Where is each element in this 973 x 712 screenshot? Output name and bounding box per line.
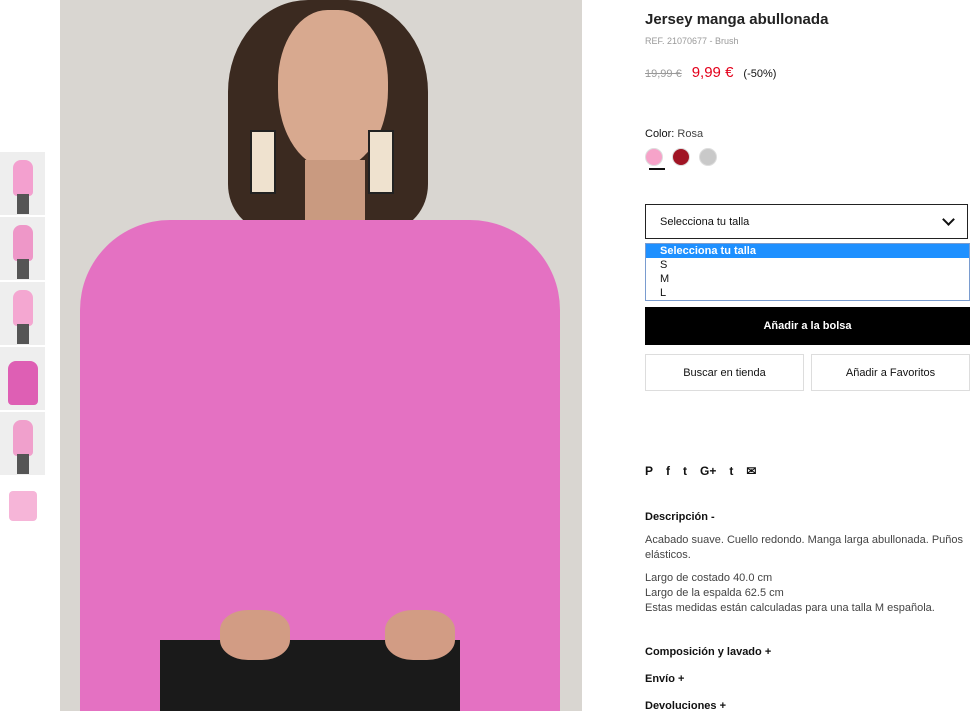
thumbnail-figure xyxy=(13,225,33,261)
discount-badge: (-50%) xyxy=(743,68,777,80)
thumbnail-figure xyxy=(13,420,33,456)
color-swatches xyxy=(645,148,717,166)
facebook-icon[interactable]: f xyxy=(666,464,670,478)
measure-line: Largo de costado 40.0 cm xyxy=(645,572,773,584)
model-hand-right xyxy=(385,610,455,660)
accordion-label: Devoluciones xyxy=(645,700,717,712)
mail-icon[interactable]: ✉ xyxy=(746,464,756,478)
sale-price: 9,99 € xyxy=(691,64,734,81)
size-option-l[interactable]: L xyxy=(646,286,969,300)
pink-sweater xyxy=(80,220,560,711)
size-select-value: Selecciona tu talla xyxy=(660,215,750,228)
description-body: Acabado suave. Cuello redondo. Manga lar… xyxy=(645,533,970,616)
accordion-label: Composición y lavado xyxy=(645,646,762,658)
earring-right xyxy=(368,130,394,194)
measure-note: Estas medidas están calculadas para una … xyxy=(645,602,935,614)
measure-line: Largo de la espalda 62.5 cm xyxy=(645,587,784,599)
size-dropdown-list: Selecciona tu talla S M L xyxy=(645,243,970,301)
price-block: 19,99 € 9,99 € (-50%) xyxy=(645,64,776,81)
find-in-store-button[interactable]: Buscar en tienda xyxy=(645,354,804,391)
pinterest-icon[interactable]: P xyxy=(645,464,653,478)
thumbnail-2[interactable] xyxy=(0,217,45,280)
product-ref: REF. 21070677 - Brush xyxy=(645,36,739,46)
social-share: P f t G+ t ✉ xyxy=(645,464,756,478)
accordion-label: Envío xyxy=(645,673,675,685)
description-text: Acabado suave. Cuello redondo. Manga lar… xyxy=(645,534,964,561)
thumbnail-figure xyxy=(13,160,33,196)
accordion-devoluciones[interactable]: Devoluciones + xyxy=(645,700,726,712)
thumbnail-1[interactable] xyxy=(0,152,45,215)
earring-left xyxy=(250,130,276,194)
plus-icon: + xyxy=(719,700,727,712)
color-label-key: Color: xyxy=(645,128,675,140)
selected-swatch-indicator xyxy=(649,168,665,170)
thumbnail-3[interactable] xyxy=(0,282,45,345)
thumbnail-figure xyxy=(9,491,37,521)
model-hand-left xyxy=(220,610,290,660)
description-heading[interactable]: Descripción - xyxy=(645,511,715,523)
size-select[interactable]: Selecciona tu talla xyxy=(645,204,968,239)
thumbnail-figure xyxy=(13,290,33,326)
thumbnail-legs xyxy=(17,324,29,344)
color-label: Color: Rosa xyxy=(645,128,703,140)
thumbnail-gallery xyxy=(0,152,46,542)
tumblr-icon[interactable]: t xyxy=(729,464,733,478)
thumbnail-legs xyxy=(17,194,29,214)
product-main-image xyxy=(60,0,582,711)
accordion-envio[interactable]: Envío + xyxy=(645,673,684,685)
thumbnail-4[interactable] xyxy=(0,347,45,410)
add-to-bag-button[interactable]: Añadir a la bolsa xyxy=(645,307,970,345)
google-plus-icon[interactable]: G+ xyxy=(700,464,716,478)
thumbnail-6[interactable] xyxy=(0,477,45,540)
old-price: 19,99 € xyxy=(645,68,682,80)
swatch-rosa[interactable] xyxy=(645,148,663,166)
thumbnail-legs xyxy=(17,454,29,474)
product-title: Jersey manga abullonada xyxy=(645,11,829,28)
accordion-composicion[interactable]: Composición y lavado + xyxy=(645,646,771,658)
add-to-favorites-button[interactable]: Añadir a Favoritos xyxy=(811,354,970,391)
size-option-s[interactable]: S xyxy=(646,258,969,272)
plus-icon: + xyxy=(678,673,685,685)
description-heading-label: Descripción xyxy=(645,511,708,523)
thumbnail-5[interactable] xyxy=(0,412,45,475)
swatch-rojo[interactable] xyxy=(672,148,690,166)
thumbnail-figure xyxy=(8,361,38,405)
chevron-down-icon xyxy=(942,213,955,226)
size-option-m[interactable]: M xyxy=(646,272,969,286)
size-option[interactable]: Selecciona tu talla xyxy=(646,244,969,258)
swatch-gris[interactable] xyxy=(699,148,717,166)
description-toggle: - xyxy=(711,511,715,523)
plus-icon: + xyxy=(764,646,772,658)
thumbnail-legs xyxy=(17,259,29,279)
color-value: Rosa xyxy=(677,128,704,140)
twitter-icon[interactable]: t xyxy=(683,464,687,478)
